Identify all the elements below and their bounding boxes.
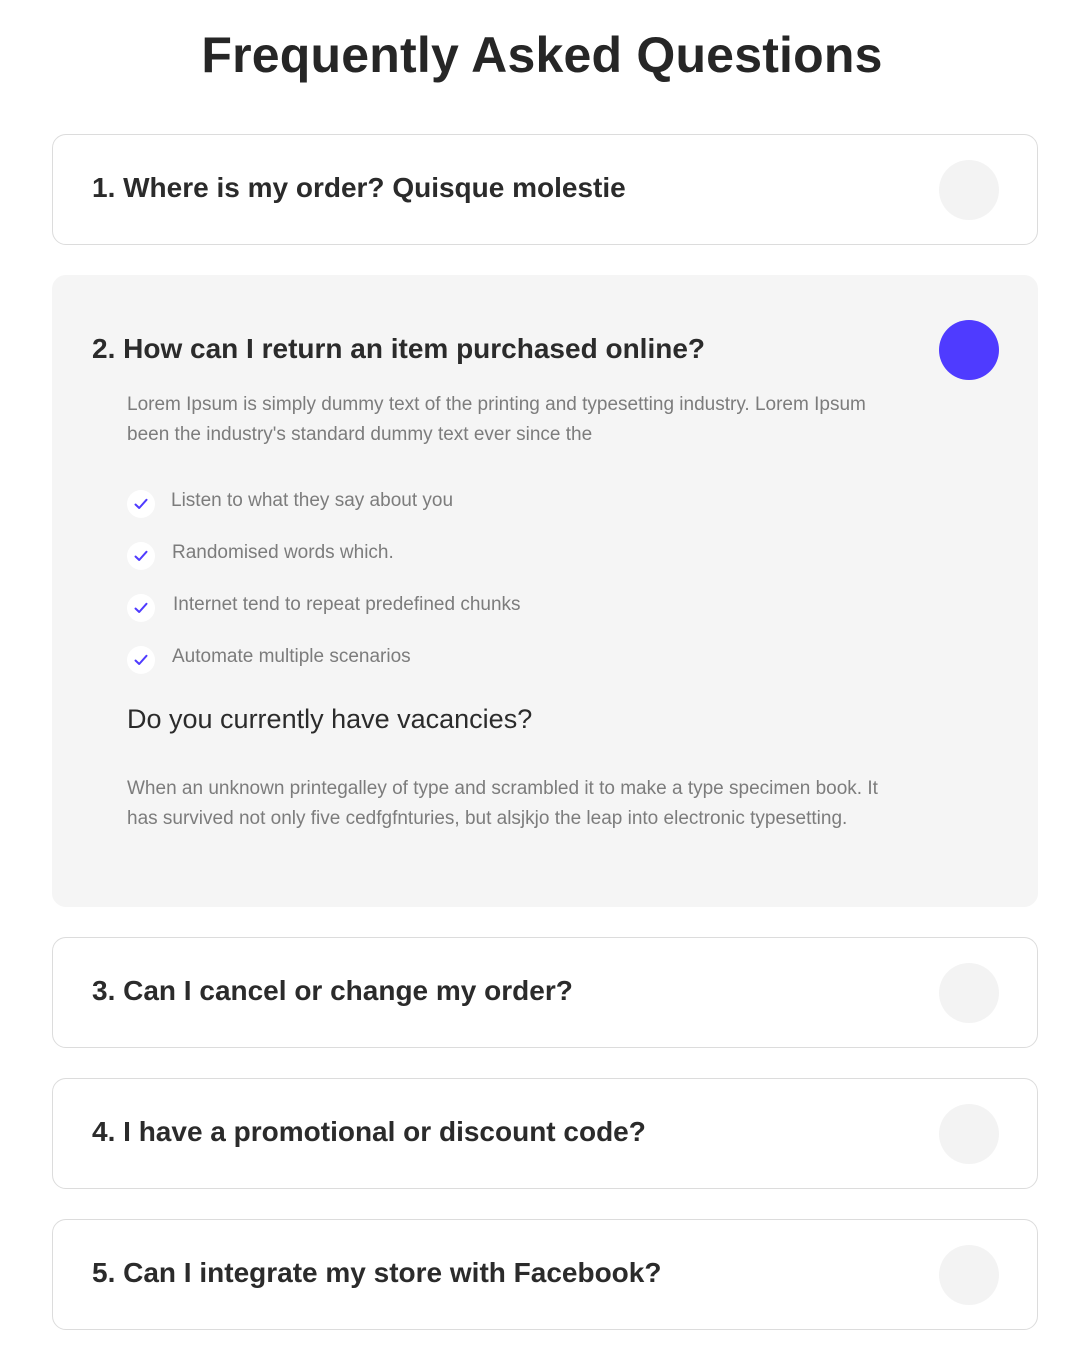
faq-toggle-4[interactable] <box>939 1104 999 1164</box>
faq-toggle-2[interactable] <box>939 320 999 380</box>
faq-question-2[interactable]: 2. How can I return an item purchased on… <box>92 333 705 365</box>
faq-item-3[interactable]: 3. Can I cancel or change my order? <box>52 937 1038 1048</box>
faq-question-1[interactable]: 1. Where is my order? Quisque molestie <box>92 172 626 204</box>
check-icon <box>127 542 155 570</box>
checklist-item-text: Automate multiple scenarios <box>172 646 411 667</box>
faq-item-2[interactable]: 2. How can I return an item purchased on… <box>52 275 1038 907</box>
faq-toggle-1[interactable] <box>939 160 999 220</box>
faq-toggle-3[interactable] <box>939 963 999 1023</box>
checklist-item-text: Internet tend to repeat predefined chunk… <box>173 594 521 615</box>
faq-item-1[interactable]: 1. Where is my order? Quisque molestie <box>52 134 1038 245</box>
sub-heading: Do you currently have vacancies? <box>127 704 533 734</box>
faq-item-4[interactable]: 4. I have a promotional or discount code… <box>52 1078 1038 1189</box>
check-icon <box>127 646 155 674</box>
page-title: Frequently Asked Questions <box>201 27 883 83</box>
checklist-item-text: Randomised words which. <box>172 542 394 563</box>
check-icon <box>127 594 155 622</box>
faq-item-5[interactable]: 5. Can I integrate my store with Faceboo… <box>52 1219 1038 1330</box>
faq-question-3[interactable]: 3. Can I cancel or change my order? <box>92 975 573 1007</box>
checklist-item-text: Listen to what they say about you <box>171 490 454 511</box>
faq-answer-2: Lorem Ipsum is simply dummy text of the … <box>127 394 866 445</box>
sub-answer: When an unknown printegalley of type and… <box>127 778 878 829</box>
faq-question-5[interactable]: 5. Can I integrate my store with Faceboo… <box>92 1257 661 1289</box>
faq-question-4[interactable]: 4. I have a promotional or discount code… <box>92 1116 646 1148</box>
check-icon <box>127 490 155 518</box>
faq-toggle-5[interactable] <box>939 1245 999 1305</box>
